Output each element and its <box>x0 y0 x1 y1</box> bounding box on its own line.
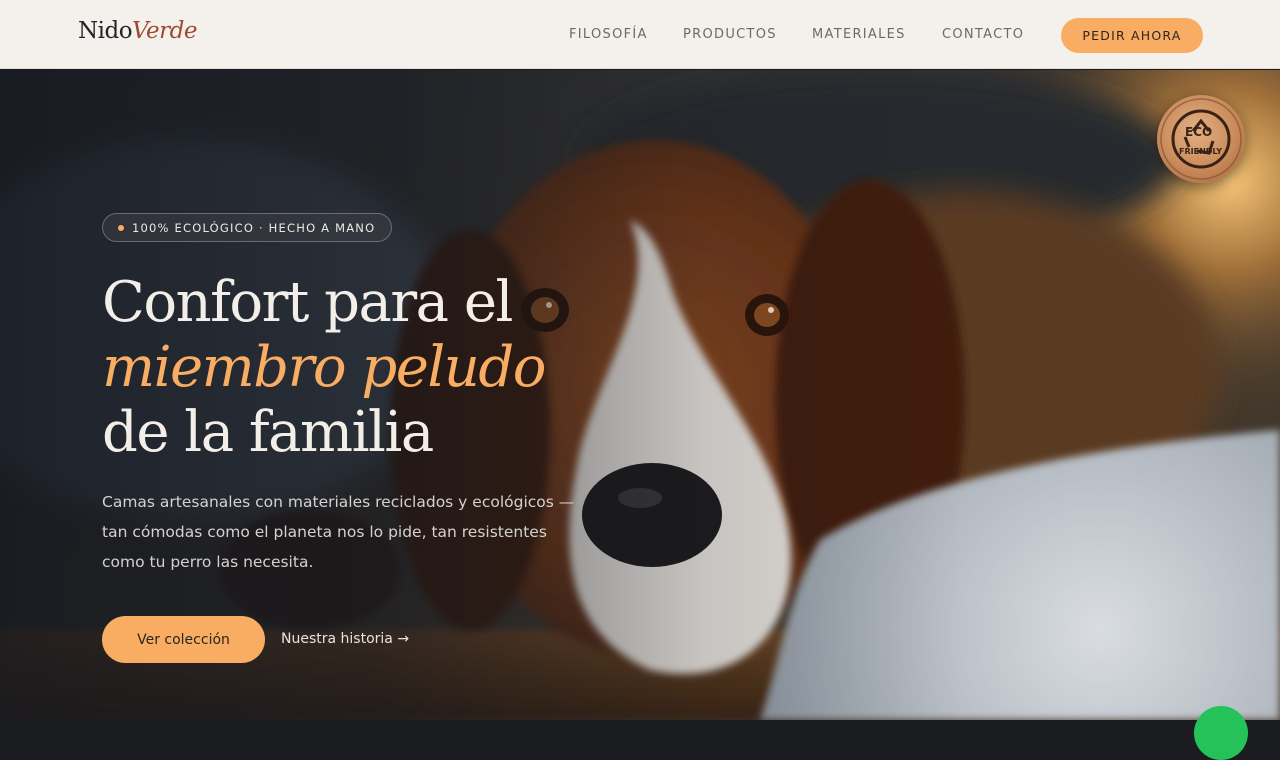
headline-line-1: Confort para el <box>102 270 513 335</box>
nav-link-materiales[interactable]: MATERIALES <box>812 27 906 42</box>
nav-link-productos[interactable]: PRODUCTOS <box>683 27 777 42</box>
hero-headline: Confort para el miembro peludo de la fam… <box>102 270 546 465</box>
recycle-icon <box>1160 98 1242 180</box>
view-collection-button[interactable]: Ver colección <box>102 616 265 663</box>
our-story-link[interactable]: Nuestra historia → <box>281 631 409 647</box>
site-header: NidoVerde FILOSOFÍA PRODUCTOS MATERIALES… <box>0 0 1280 69</box>
brand-accent: Verde <box>132 18 198 44</box>
nav-link-filosofia[interactable]: FILOSOFÍA <box>569 27 648 42</box>
brand-name: Nido <box>78 18 133 44</box>
eco-handmade-pill: 100% ECOLÓGICO · HECHO A MANO <box>102 213 393 242</box>
headline-line-2: miembro peludo <box>102 335 546 400</box>
brand-logo[interactable]: NidoVerde <box>78 18 198 44</box>
pill-dot-icon <box>118 224 124 231</box>
headline-line-3: de la familia <box>102 400 434 465</box>
eco-friendly-badge: ECO FRIENDLY <box>1157 95 1245 183</box>
eco-badge-top-text: ECO <box>1185 125 1213 139</box>
pill-text: 100% ECOLÓGICO · HECHO A MANO <box>132 220 376 235</box>
hero-subtext: Camas artesanales con materiales recicla… <box>102 493 575 571</box>
nav-link-contacto[interactable]: CONTACTO <box>942 27 1024 42</box>
chat-button[interactable] <box>1194 706 1248 760</box>
order-now-button[interactable]: PEDIR AHORA <box>1061 18 1203 53</box>
eco-badge-bottom-text: FRIENDLY <box>1179 147 1223 156</box>
